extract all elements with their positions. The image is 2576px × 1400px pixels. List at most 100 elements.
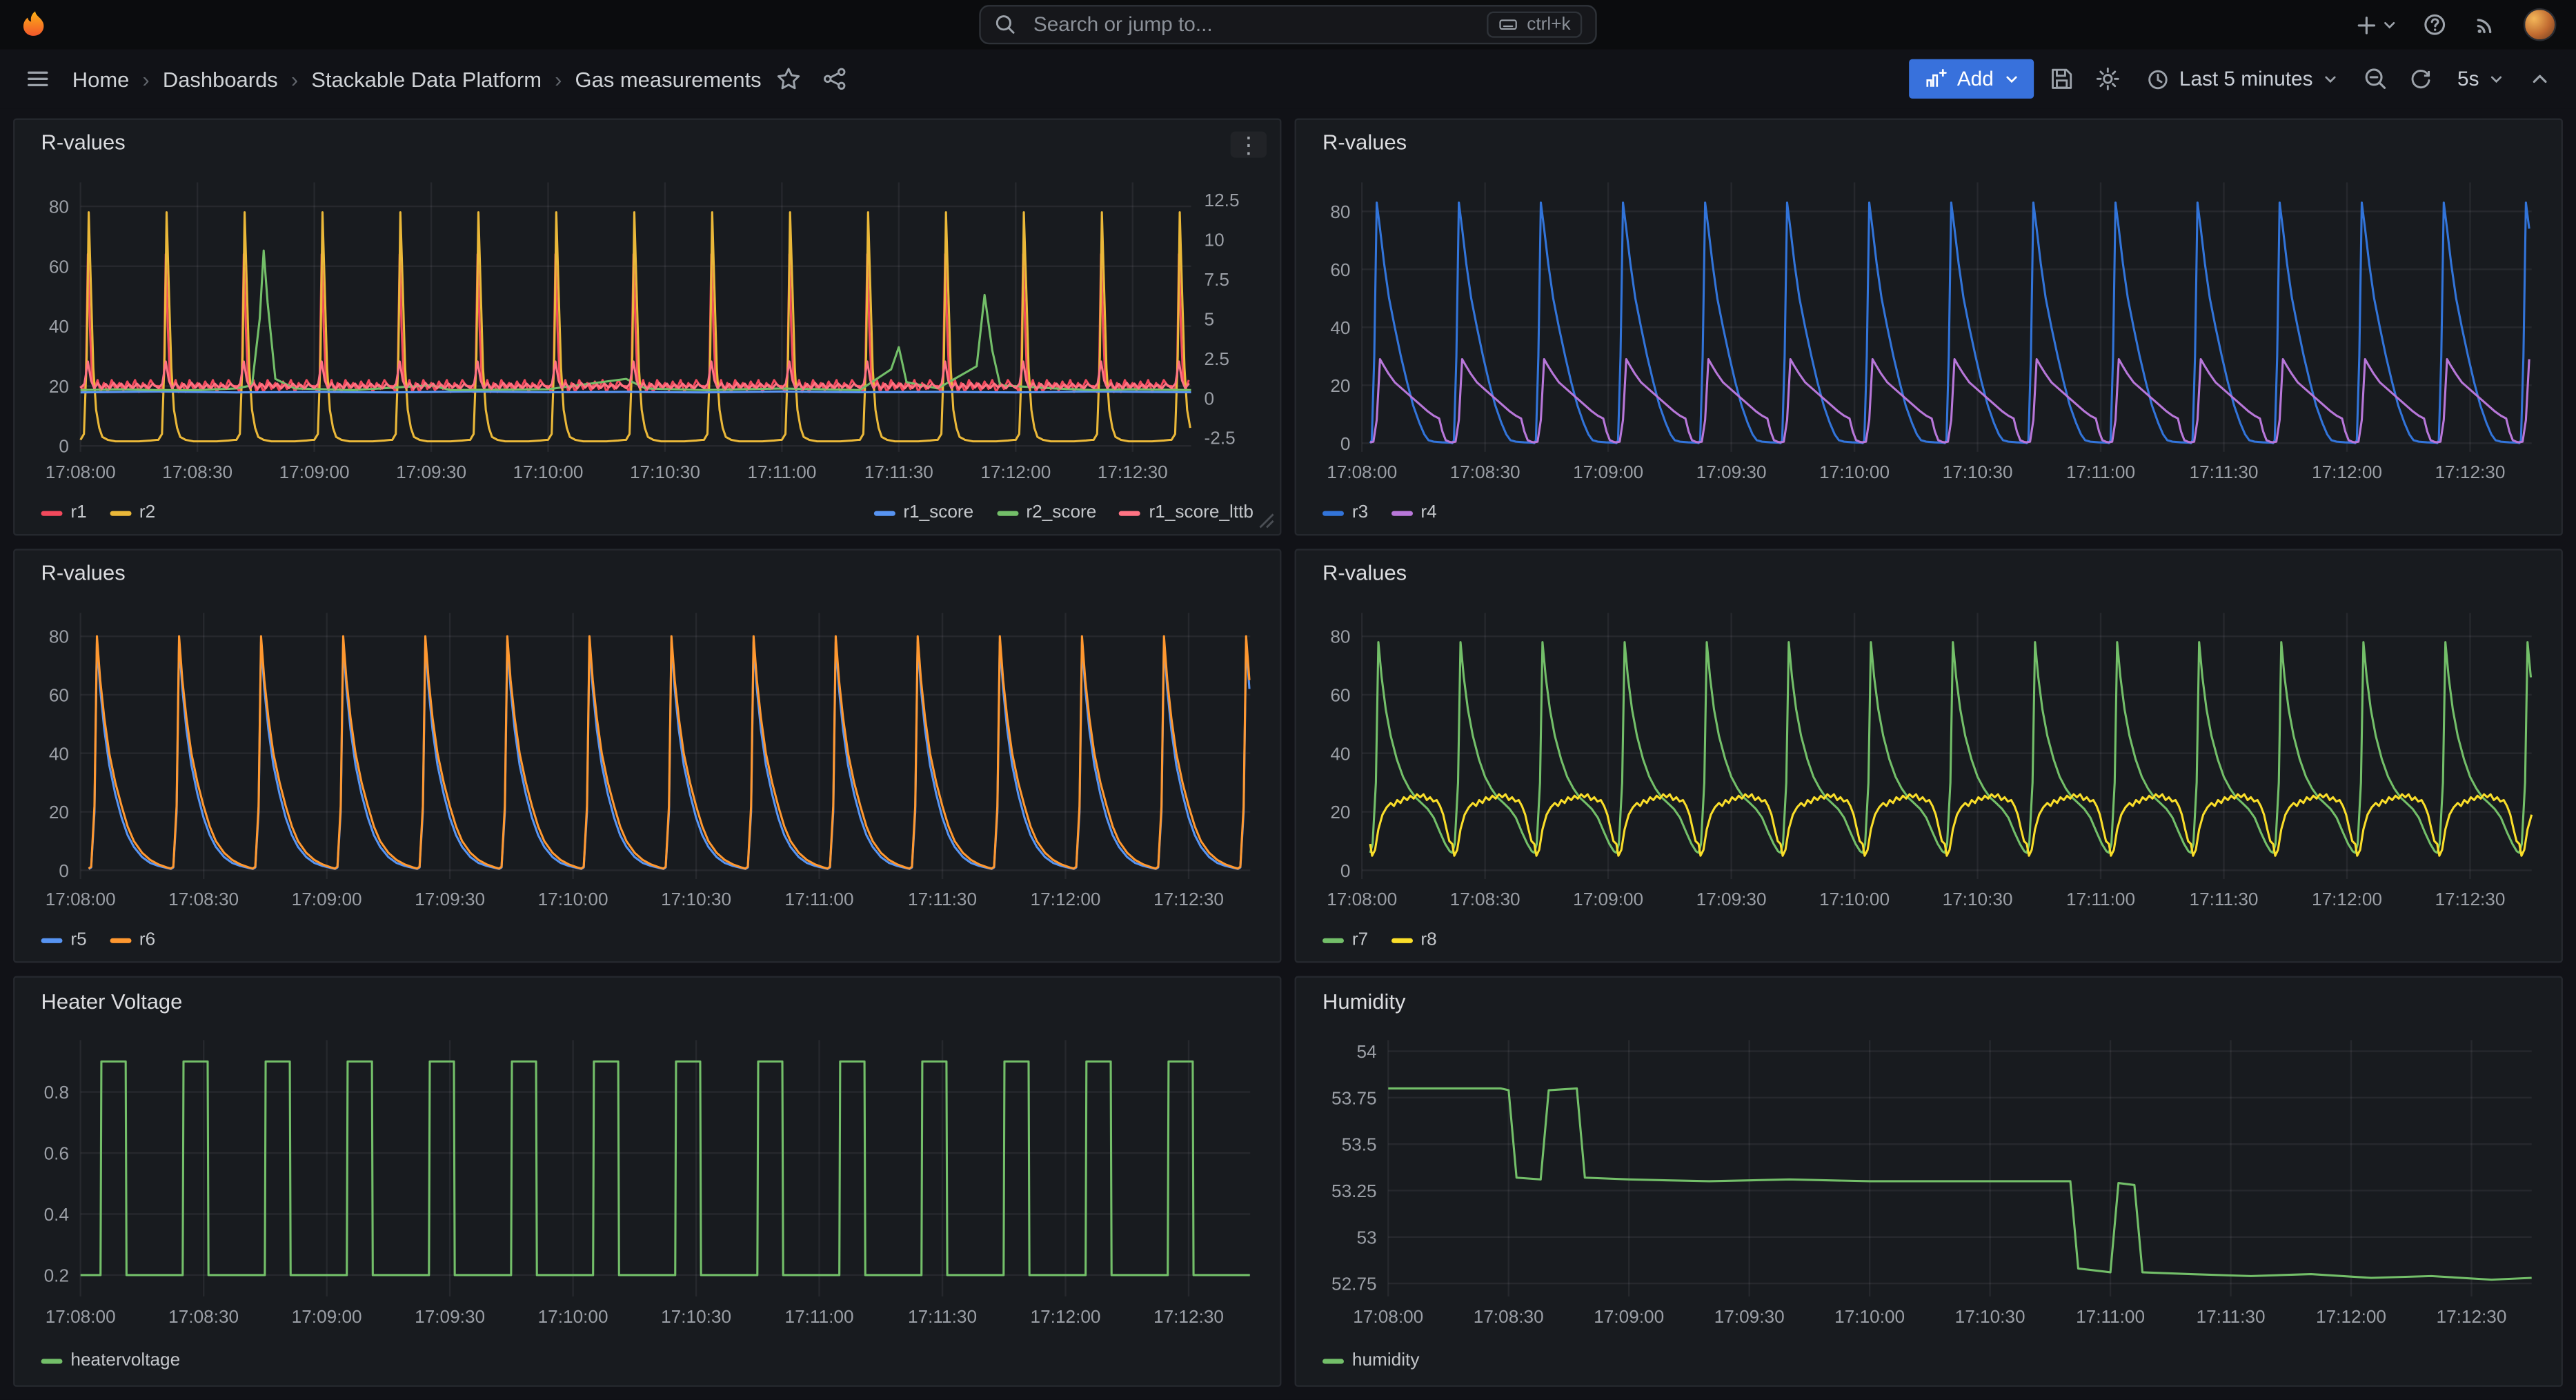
legend-item-r1_score_lttb[interactable]: r1_score_lttb xyxy=(1120,503,1254,523)
x-axis-label: 17:11:00 xyxy=(2076,1306,2145,1327)
panel-title[interactable]: R-values xyxy=(41,561,126,586)
breadcrumb-dashboards[interactable]: Dashboards xyxy=(163,66,278,91)
y-axis-right-label: 0 xyxy=(1205,388,1215,408)
y-axis-label: 0 xyxy=(1340,433,1351,453)
x-axis-label: 17:12:00 xyxy=(1031,889,1101,909)
panel-title[interactable]: R-values xyxy=(41,130,126,155)
timeseries-chart[interactable]: 02040608017:08:0017:08:3017:09:0017:09:3… xyxy=(1313,596,2548,919)
legend-label: r2_score xyxy=(1026,503,1096,523)
x-axis-label: 17:10:00 xyxy=(513,461,584,482)
refresh-interval-picker[interactable]: 5s xyxy=(2448,68,2514,90)
x-axis-label: 17:11:30 xyxy=(908,1306,977,1327)
legend-item-heatervoltage[interactable]: heatervoltage xyxy=(41,1350,181,1370)
timeseries-chart[interactable]: 0.20.40.60.817:08:0017:08:3017:09:0017:0… xyxy=(31,1024,1267,1339)
legend-item-humidity[interactable]: humidity xyxy=(1322,1350,1419,1370)
y-axis-label: 53.75 xyxy=(1331,1087,1377,1108)
breadcrumb-home[interactable]: Home xyxy=(72,66,130,91)
collapse-chevron-up-icon[interactable] xyxy=(2524,62,2557,95)
legend-item-r1[interactable]: r1 xyxy=(41,503,87,523)
breadcrumb-dashboard-title[interactable]: Gas measurements xyxy=(575,66,762,91)
resize-handle-icon[interactable] xyxy=(1258,513,1275,529)
x-axis-label: 17:11:00 xyxy=(2066,889,2135,909)
breadcrumb-folder[interactable]: Stackable Data Platform xyxy=(311,66,542,91)
panel-title[interactable]: Humidity xyxy=(1322,988,1405,1013)
x-axis-label: 17:09:00 xyxy=(1573,461,1643,482)
timeseries-chart[interactable]: 52.755353.2553.553.755417:08:0017:08:301… xyxy=(1313,1024,2548,1339)
y-axis-right-label: 7.5 xyxy=(1205,268,1229,289)
search-box[interactable]: ctrl+k xyxy=(979,5,1596,44)
legend: heatervoltage xyxy=(14,1339,1280,1382)
chevron-down-icon xyxy=(2489,72,2504,86)
series-r3 xyxy=(1370,202,2529,443)
panel-title[interactable]: R-values xyxy=(1322,130,1407,155)
series-heatervoltage xyxy=(81,1061,1250,1275)
save-dashboard-icon[interactable] xyxy=(2043,61,2079,97)
y-axis-label: 54 xyxy=(1356,1041,1376,1062)
favorite-star-icon[interactable] xyxy=(771,61,807,97)
x-axis-label: 17:08:00 xyxy=(46,461,116,482)
panel-title[interactable]: Heater Voltage xyxy=(41,988,183,1013)
help-icon[interactable] xyxy=(2421,12,2448,38)
legend-item-r5[interactable]: r5 xyxy=(41,930,87,950)
x-axis-label: 17:09:30 xyxy=(1714,1306,1785,1327)
share-icon[interactable] xyxy=(818,61,853,97)
y-axis-label: 40 xyxy=(49,316,69,337)
grafana-logo-icon[interactable] xyxy=(20,10,50,39)
legend-swatch xyxy=(41,511,63,515)
clock-icon xyxy=(2145,66,2170,91)
x-axis-label: 17:09:30 xyxy=(415,1306,485,1327)
add-button[interactable]: Add xyxy=(1910,59,2033,99)
legend-item-r2[interactable]: r2 xyxy=(110,503,155,523)
x-axis-label: 17:09:00 xyxy=(292,1306,362,1327)
panel-menu-icon[interactable]: ⋮ xyxy=(1231,132,1267,158)
timeseries-chart[interactable]: 02040608017:08:0017:08:3017:09:0017:09:3… xyxy=(31,596,1267,919)
menu-toggle-icon[interactable] xyxy=(20,61,56,97)
panel-title[interactable]: R-values xyxy=(1322,561,1407,586)
chevron-down-icon xyxy=(2382,17,2397,32)
x-axis-label: 17:08:30 xyxy=(168,1306,239,1327)
topbar-actions xyxy=(2355,8,2557,41)
legend-label: r1_score_lttb xyxy=(1149,503,1254,523)
refresh-icon[interactable] xyxy=(2403,61,2437,96)
x-axis-label: 17:09:30 xyxy=(1696,889,1767,909)
x-axis-label: 17:12:30 xyxy=(2435,889,2505,909)
plus-icon xyxy=(2355,12,2379,37)
y-axis-label: 53.25 xyxy=(1331,1181,1377,1201)
x-axis-label: 17:09:00 xyxy=(292,889,362,909)
legend-item-r2_score[interactable]: r2_score xyxy=(997,503,1097,523)
time-range-label: Last 5 minutes xyxy=(2179,68,2313,90)
x-axis-label: 17:11:30 xyxy=(2190,461,2259,482)
x-axis-label: 17:08:30 xyxy=(162,461,232,482)
panel-heater-voltage: Heater Voltage 0.20.40.60.817:08:0017:08… xyxy=(13,976,1281,1387)
x-axis-label: 17:11:00 xyxy=(2066,461,2135,482)
settings-gear-icon[interactable] xyxy=(2089,61,2125,97)
legend-item-r1_score[interactable]: r1_score xyxy=(873,503,973,523)
legend-item-r3[interactable]: r3 xyxy=(1322,503,1368,523)
y-axis-label: 20 xyxy=(49,802,69,822)
legend-swatch xyxy=(1322,511,1344,515)
y-axis-label: 40 xyxy=(49,743,69,764)
zoom-out-icon[interactable] xyxy=(2357,61,2393,97)
x-axis-label: 17:10:00 xyxy=(538,1306,608,1327)
search-input[interactable] xyxy=(1030,12,1474,38)
x-axis-label: 17:08:30 xyxy=(1450,889,1520,909)
keyboard-icon xyxy=(1499,14,1519,34)
y-axis-label: 0 xyxy=(59,435,69,456)
legend-label: r1_score xyxy=(903,503,973,523)
x-axis-label: 17:10:00 xyxy=(1819,889,1890,909)
series-r1_score xyxy=(81,391,1191,392)
legend-swatch xyxy=(997,511,1018,515)
timeseries-chart[interactable]: 020406080-2.502.557.51012.517:08:0017:08… xyxy=(31,166,1267,492)
y-axis-label: 20 xyxy=(1330,802,1350,822)
legend-item-r4[interactable]: r4 xyxy=(1391,503,1437,523)
legend-swatch xyxy=(1322,938,1344,943)
new-menu-button[interactable] xyxy=(2355,12,2397,37)
timeseries-chart[interactable]: 02040608017:08:0017:08:3017:09:0017:09:3… xyxy=(1313,166,2548,492)
x-axis-label: 17:09:30 xyxy=(1696,461,1767,482)
legend-item-r8[interactable]: r8 xyxy=(1391,930,1437,950)
news-rss-icon[interactable] xyxy=(2473,12,2499,38)
time-range-picker[interactable]: Last 5 minutes xyxy=(2135,66,2348,91)
user-avatar[interactable] xyxy=(2524,8,2557,41)
legend-item-r7[interactable]: r7 xyxy=(1322,930,1368,950)
legend-item-r6[interactable]: r6 xyxy=(110,930,155,950)
